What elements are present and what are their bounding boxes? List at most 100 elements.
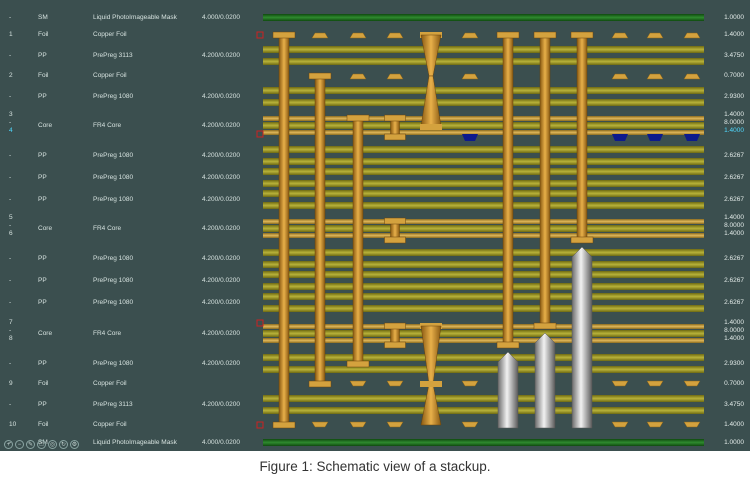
- layer-material: FR4 Core: [93, 330, 122, 337]
- prepreg-band: [263, 180, 704, 187]
- copper-pad: [611, 380, 629, 387]
- layer-dimension: 2.6267: [724, 299, 744, 306]
- copper-pad: [683, 380, 701, 387]
- layer-thickness: 4.200/0.0200: [202, 52, 240, 59]
- layer-thickness: 4.200/0.0200: [202, 196, 240, 203]
- layer-number: -: [9, 255, 12, 262]
- layer-material: PrePreg 1080: [93, 152, 134, 159]
- layer-dimension: 3.4750: [724, 401, 744, 408]
- copper-pad: [349, 421, 367, 428]
- via-pad: [496, 31, 520, 39]
- via-pad: [308, 380, 332, 388]
- layer-dimension: 2.6267: [724, 174, 744, 181]
- copper-pad: [461, 32, 479, 39]
- via-pad: [533, 31, 557, 39]
- blue-pad: [462, 134, 478, 141]
- layer-dimension: 1.4000: [724, 421, 744, 428]
- layer-thickness: 4.200/0.0200: [202, 225, 240, 232]
- prepreg-band: [263, 261, 704, 268]
- layer-type: Core: [38, 225, 53, 232]
- pencil-icon[interactable]: ✎: [26, 440, 35, 449]
- press-fit-pin: [534, 332, 556, 429]
- layer-material: PrePreg 1080: [93, 360, 134, 367]
- layer-type: Foil: [38, 72, 49, 79]
- via-pad: [346, 360, 370, 368]
- via-pad: [420, 124, 442, 130]
- view-icon[interactable]: ◎: [48, 440, 57, 449]
- zoom-out-icon[interactable]: −: [15, 440, 24, 449]
- layer-number: -: [9, 327, 12, 334]
- layer-type: PP: [38, 174, 47, 181]
- zoom-in-icon[interactable]: +: [4, 440, 13, 449]
- prepreg-band: [263, 87, 704, 94]
- copper-pad: [461, 73, 479, 80]
- layer-number: 9: [9, 380, 13, 387]
- layer-material: Copper Foil: [93, 421, 127, 428]
- layer-dimension: 2.6267: [724, 152, 744, 159]
- via-pad: [384, 322, 406, 330]
- via-pad: [272, 421, 296, 429]
- layer-number: -: [9, 401, 12, 408]
- layer-dimension: 3.4750: [724, 52, 744, 59]
- core-band: [263, 122, 704, 129]
- via-pad: [570, 31, 594, 39]
- prepreg-band: [263, 395, 704, 402]
- layer-number: 4: [9, 127, 13, 134]
- prepreg-band: [263, 99, 704, 106]
- layer-dimension: 1.0000: [724, 14, 744, 21]
- layer-material: PrePreg 3113: [93, 52, 133, 59]
- figure-caption: Figure 1: Schematic view of a stackup.: [259, 459, 491, 474]
- layer-type: PP: [38, 299, 47, 306]
- solder-mask-band: [263, 14, 704, 21]
- blue-pad: [684, 134, 700, 141]
- layer-type: PP: [38, 196, 47, 203]
- layer-thickness: 4.200/0.0200: [202, 152, 240, 159]
- layer-material: PrePreg 1080: [93, 299, 134, 306]
- viewer-toolbar: + − ✎ □ ◎ ↻ ⚙: [4, 440, 79, 450]
- blue-pad: [612, 134, 628, 141]
- core-copper-band: [263, 338, 704, 343]
- layer-dimension: 0.7000: [724, 380, 744, 387]
- drill-marker: [256, 421, 264, 429]
- layer-thickness: 4.200/0.0200: [202, 93, 240, 100]
- layer-type: PP: [38, 401, 47, 408]
- copper-pad: [349, 73, 367, 80]
- copper-pad: [646, 380, 664, 387]
- layer-number: -: [9, 119, 12, 126]
- layer-material: FR4 Core: [93, 225, 122, 232]
- layer-material: Copper Foil: [93, 380, 127, 387]
- prepreg-band: [263, 168, 704, 175]
- fit-icon[interactable]: □: [37, 440, 46, 449]
- via-barrel: [314, 75, 326, 385]
- solder-mask-band: [263, 439, 704, 446]
- via-pad: [384, 341, 406, 349]
- layer-dimension: 8.0000: [724, 119, 744, 126]
- via-barrel: [539, 34, 551, 327]
- prepreg-band: [263, 46, 704, 53]
- layer-material: PrePreg 1080: [93, 196, 134, 203]
- layer-dimension: 1.4000: [724, 230, 744, 237]
- layer-type: PP: [38, 277, 47, 284]
- layer-material: PrePreg 1080: [93, 93, 134, 100]
- prepreg-band: [263, 271, 704, 278]
- layer-material: PrePreg 3113: [93, 401, 133, 408]
- refresh-icon[interactable]: ↻: [59, 440, 68, 449]
- layer-material: Liquid PhotoImageable Mask: [93, 14, 177, 21]
- layer-type: Foil: [38, 380, 49, 387]
- copper-pad: [611, 421, 629, 428]
- layer-thickness: 4.200/0.0200: [202, 299, 240, 306]
- layer-number: 3: [9, 111, 13, 118]
- via-pad: [570, 236, 594, 244]
- layer-dimension: 1.4000: [724, 111, 744, 118]
- press-fit-pin: [497, 351, 519, 429]
- layer-thickness: 4.000/0.0200: [202, 439, 240, 446]
- via-pad: [272, 31, 296, 39]
- prepreg-band: [263, 202, 704, 209]
- layer-type: SM: [38, 14, 48, 21]
- layer-number: -: [9, 174, 12, 181]
- layer-type: PP: [38, 152, 47, 159]
- settings-icon[interactable]: ⚙: [70, 440, 79, 449]
- prepreg-band: [263, 305, 704, 312]
- copper-pad: [386, 73, 404, 80]
- via-pad: [346, 114, 370, 122]
